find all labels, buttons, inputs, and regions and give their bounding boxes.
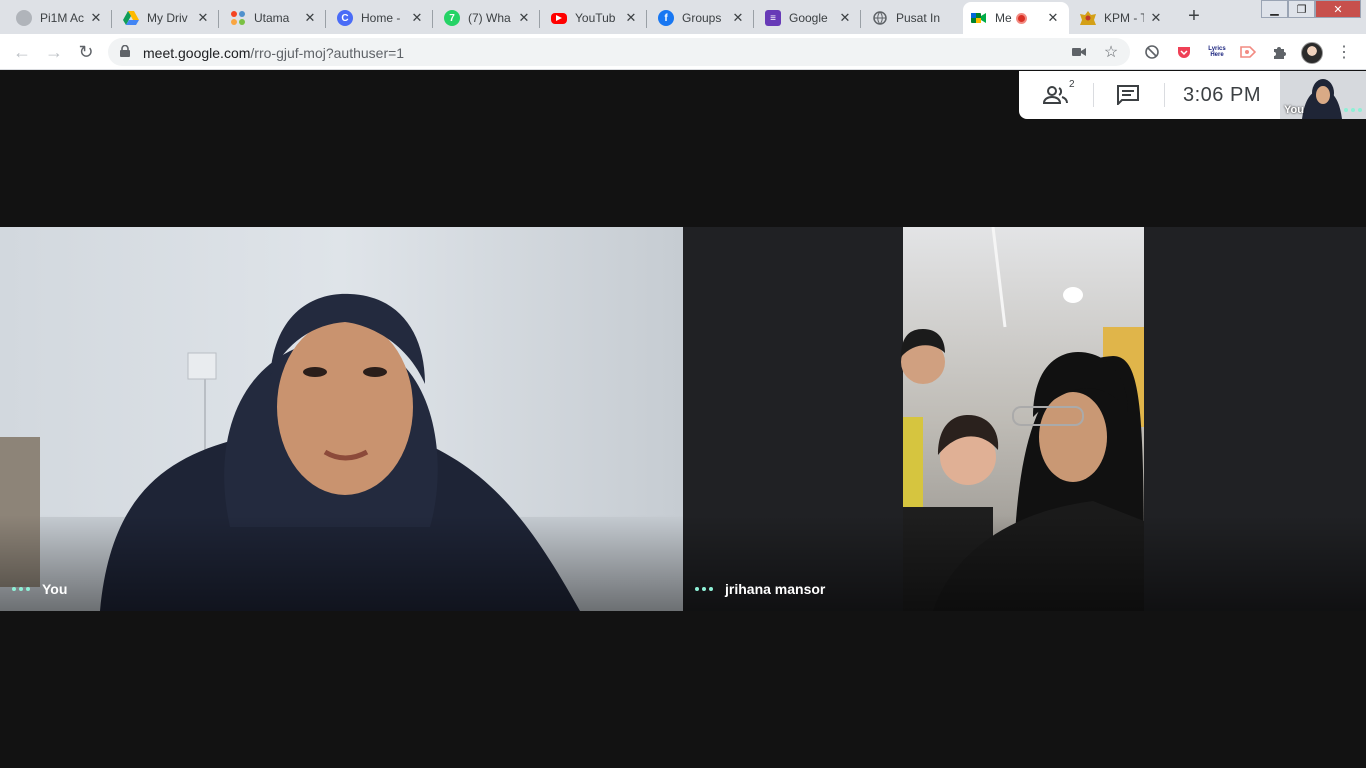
lock-icon[interactable] [120,45,130,57]
tile-name-label: jrihana mansor [695,581,825,597]
browser-toolbar: ← → ↻ meet.google.com/rro-gjuf-moj?authu… [0,34,1366,70]
self-video-frame [0,227,683,611]
self-view-thumbnail[interactable]: You [1280,71,1366,119]
extensions-puzzle-icon[interactable] [1271,43,1289,61]
pocket-extension-icon[interactable] [1175,43,1193,61]
maximize-button[interactable]: ❐ [1288,0,1315,18]
drive-icon [123,10,139,26]
tab-title: Google [789,11,828,25]
youtube-icon [551,12,567,24]
meet-stage: 2 3:06 PM You You jrihana mansor [0,71,1366,768]
forward-button[interactable]: → [42,41,66,63]
video-tile-jrihana-mansor[interactable]: jrihana mansor [683,227,1366,611]
tab-facebook-groups[interactable]: f Groups ✕ [650,2,754,34]
camera-icon[interactable] [1070,43,1088,61]
profile-avatar[interactable] [1301,42,1323,64]
participant-count-badge: 2 [1069,79,1075,90]
tab-title: KPM - T [1104,11,1144,25]
reload-button[interactable]: ↻ [74,41,98,63]
tab-title: Groups [682,11,722,25]
globe-icon [872,10,888,26]
tab-drive[interactable]: My Driv ✕ [115,2,219,34]
chat-button[interactable] [1117,83,1139,107]
forms-icon: ≡ [765,10,781,26]
close-icon[interactable]: ✕ [1148,10,1164,26]
url-domain: meet.google.com [143,45,251,61]
url-path: /rro-gjuf-moj?authuser=1 [250,45,405,61]
tab-pi1m[interactable]: Pi1M Ac ✕ [8,2,112,34]
close-icon[interactable]: ✕ [1045,10,1061,26]
close-icon[interactable]: ✕ [195,10,211,26]
tab-title: Utama [254,11,290,25]
close-icon[interactable]: ✕ [302,10,318,26]
back-button[interactable]: ← [10,41,34,63]
meet-icon [971,10,987,26]
tab-google-forms[interactable]: ≡ Google ✕ [757,2,861,34]
close-icon[interactable]: ✕ [623,10,639,26]
speaking-indicator-icon [12,587,30,591]
menu-kebab-icon[interactable]: ⋮ [1335,43,1353,61]
tab-title: YouTub [575,11,616,25]
tab-youtube[interactable]: YouTub ✕ [543,2,647,34]
browser-tab-strip: Pi1M Ac ✕ My Driv ✕ Utama ✕ C Home - ✕ 7… [0,0,1366,34]
tab-title: My Driv [147,11,188,25]
screencast-extension-icon[interactable] [1239,43,1257,61]
lyrics-extension-icon[interactable]: Lyrics Here [1207,43,1227,61]
block-icon[interactable] [1143,43,1161,61]
bookmark-star-icon[interactable]: ☆ [1102,43,1120,61]
close-icon[interactable]: ✕ [730,10,746,26]
new-tab-button[interactable]: + [1180,5,1208,29]
tab-title: Pusat In [896,11,941,25]
people-icon [1043,86,1068,104]
tab-meet[interactable]: Me ✕ [963,2,1069,34]
close-icon[interactable]: ✕ [837,10,853,26]
kpm-crest-icon [1080,10,1096,26]
joomla-icon [230,10,246,26]
whatsapp-icon: 7 [444,10,460,26]
chat-icon [1117,85,1139,105]
pi1m-icon [16,10,32,26]
tab-pusat[interactable]: Pusat In [864,2,960,34]
close-icon[interactable]: ✕ [516,10,532,26]
speaking-indicator-icon [1344,108,1362,112]
tab-title: (7) Wha [468,11,511,25]
close-icon[interactable]: ✕ [88,10,104,26]
tab-kpm[interactable]: KPM - T ✕ [1072,2,1172,34]
tile-name-label: You [12,581,67,597]
participant-video-frame [683,227,1366,611]
participant-name: You [42,581,68,597]
participants-button[interactable]: 2 [1043,79,1075,107]
minimize-button[interactable]: ▁ [1261,0,1288,18]
tab-title: Home - [361,11,401,25]
tab-utama[interactable]: Utama ✕ [222,2,326,34]
tab-title: Pi1M Ac [40,11,84,25]
video-tile-self[interactable]: You [0,227,683,611]
url-text[interactable]: meet.google.com/rro-gjuf-moj?authuser=1 [143,45,404,61]
window-close-button[interactable]: ✕ [1315,0,1361,18]
speaking-indicator-icon [695,587,713,591]
tab-title: Me [995,11,1012,25]
tab-whatsapp[interactable]: 7 (7) Wha ✕ [436,2,540,34]
canva-icon: C [337,10,353,26]
facebook-icon: f [658,10,674,26]
recording-indicator-icon [1015,12,1027,24]
tab-canva[interactable]: C Home - ✕ [329,2,433,34]
participant-name: jrihana mansor [725,581,826,597]
meeting-clock: 3:06 PM [1183,84,1261,106]
self-thumb-label: You [1284,104,1304,116]
close-icon[interactable]: ✕ [409,10,425,26]
address-bar[interactable]: meet.google.com/rro-gjuf-moj?authuser=1 … [108,38,1130,66]
meeting-info-panel: 2 3:06 PM [1019,71,1280,119]
